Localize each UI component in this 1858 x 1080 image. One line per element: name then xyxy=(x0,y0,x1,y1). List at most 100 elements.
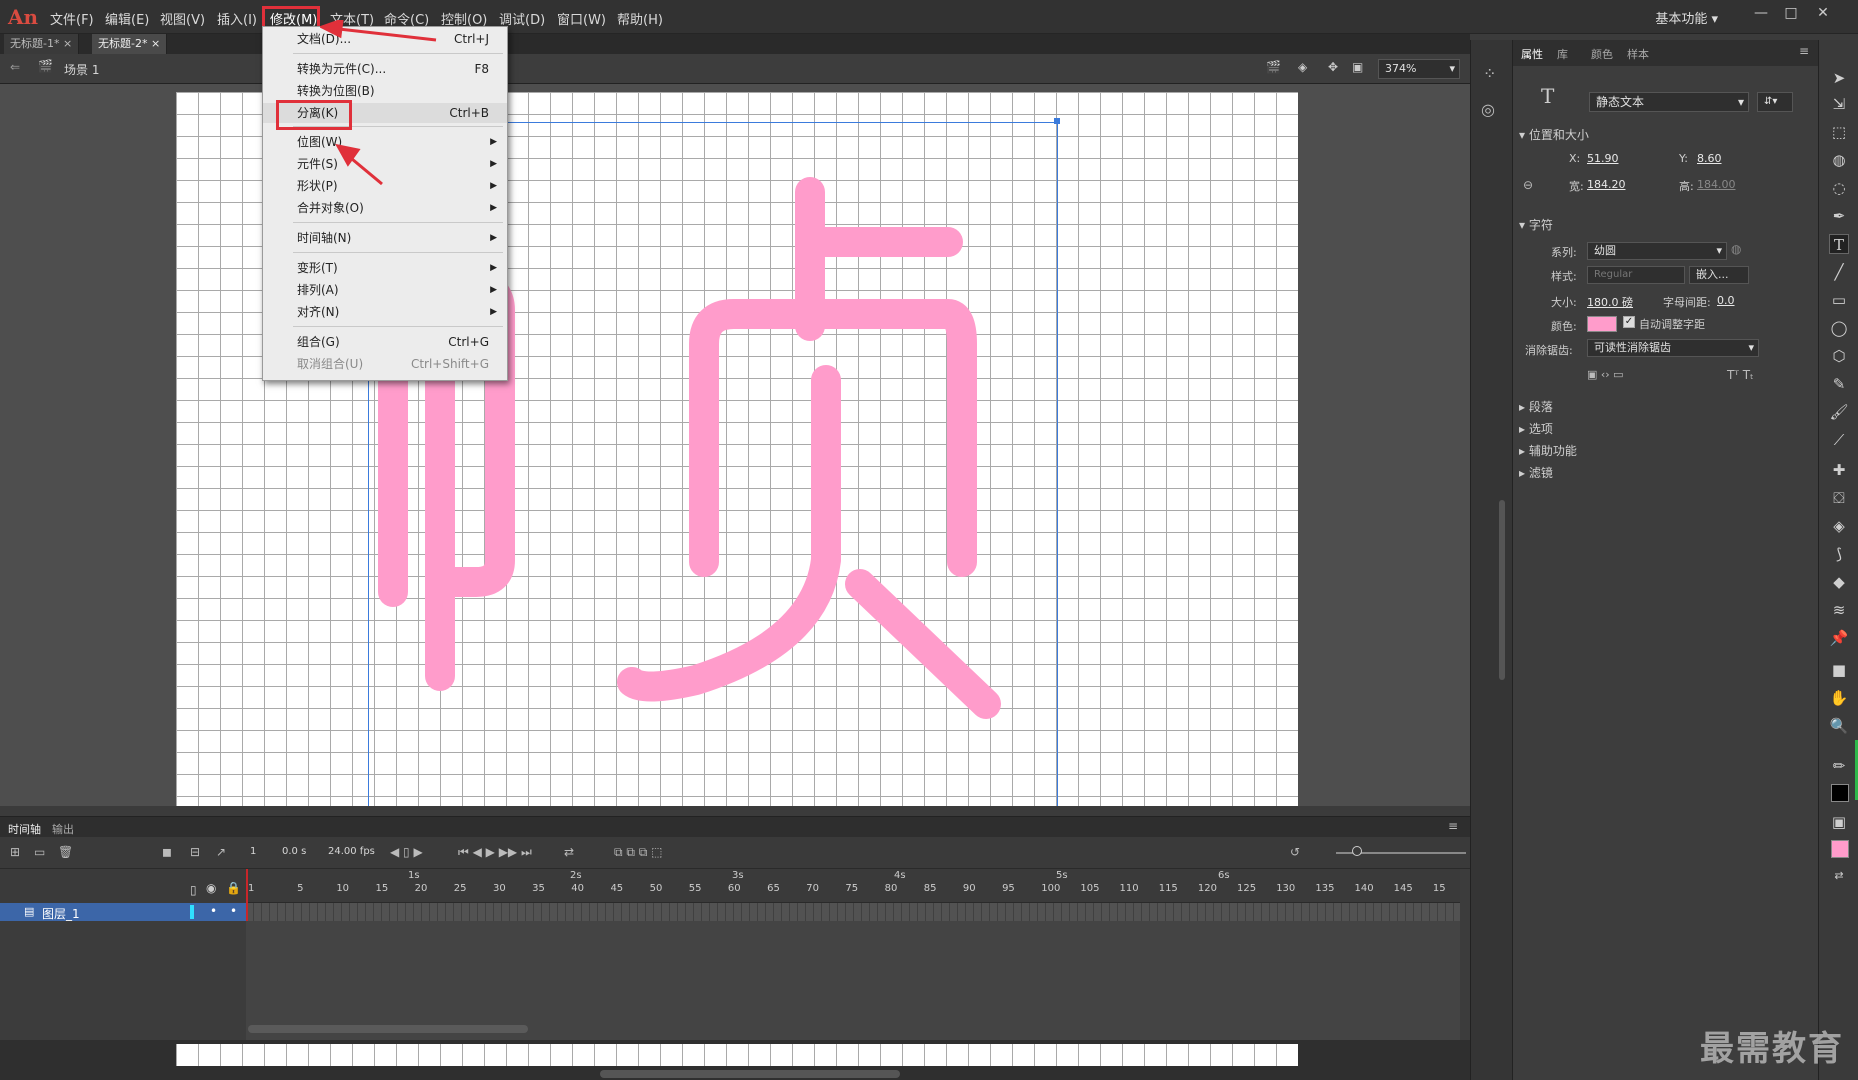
oval-tool-icon[interactable]: ◯ xyxy=(1829,318,1849,338)
clip-content-icon[interactable]: ▣ xyxy=(1352,60,1363,74)
layer-lock-dot[interactable]: • xyxy=(230,904,237,918)
polystar-tool-icon[interactable]: ⬡ xyxy=(1829,346,1849,366)
tab-doc-1[interactable]: 无标题-1* × xyxy=(4,34,80,54)
eyedropper-icon[interactable]: ⟆ xyxy=(1829,544,1849,564)
zoom-select[interactable]: 374% ▾ xyxy=(1378,59,1460,79)
stage-scrollbar[interactable] xyxy=(600,1070,900,1078)
x-value[interactable]: 51.90 xyxy=(1587,152,1619,165)
fill-color-swatch[interactable] xyxy=(1831,840,1849,858)
minimize-icon[interactable]: — xyxy=(1746,2,1776,24)
tab-swatches[interactable]: 样本 xyxy=(1627,46,1649,62)
tab-output[interactable]: 输出 xyxy=(52,821,74,837)
frame-rate[interactable]: 24.00 fps xyxy=(328,846,375,857)
tab-timeline[interactable]: 时间轴 xyxy=(8,821,41,837)
tab-color[interactable]: 颜色 xyxy=(1591,46,1613,62)
frame-strip[interactable] xyxy=(246,903,1460,921)
pencil-icon[interactable]: ✎ xyxy=(1829,374,1849,394)
loop-icon[interactable]: ⇄ xyxy=(564,845,574,859)
section-filters[interactable]: ▸ 滤镜 xyxy=(1519,464,1553,481)
orientation-select[interactable]: ⇵▾ xyxy=(1757,92,1793,112)
delete-layer-icon[interactable]: 🗑 xyxy=(58,845,73,859)
section-accessibility[interactable]: ▸ 辅助功能 xyxy=(1519,442,1577,459)
lock-icon[interactable]: 🔒 xyxy=(226,881,241,895)
superscript-icon[interactable]: Tᵀ Tₜ xyxy=(1727,368,1754,382)
section-paragraph[interactable]: ▸ 段落 xyxy=(1519,398,1553,415)
stroke-color-icon[interactable]: ✏ xyxy=(1829,756,1849,776)
onion-skin-icon[interactable]: ⧉ ⧉ ⧉ ⬚ xyxy=(614,845,663,860)
swap-colors-icon[interactable]: ⇄ xyxy=(1829,866,1849,886)
panel-menu-icon[interactable]: ≡ xyxy=(1799,44,1809,58)
outline-icon[interactable]: ▯ xyxy=(190,883,197,897)
paint-bucket-icon[interactable]: ⛋ xyxy=(1829,488,1849,508)
brush-icon[interactable]: ⟋ xyxy=(1829,430,1849,450)
menu-item-arrange[interactable]: 排列(A) ▶ xyxy=(263,280,507,300)
height-value[interactable]: 184.00 xyxy=(1697,178,1736,191)
text-tool-icon[interactable]: T xyxy=(1829,234,1849,254)
cc-libraries-icon[interactable]: ◎ xyxy=(1481,100,1495,119)
text-type-select[interactable]: 静态文本 ▾ xyxy=(1589,92,1749,112)
menu-edit[interactable]: 编辑(E) xyxy=(105,9,149,28)
tab-properties[interactable]: 属性 xyxy=(1521,46,1543,62)
subselection-tool-icon[interactable]: ⇲ xyxy=(1829,94,1849,114)
current-frame[interactable]: 1 xyxy=(250,846,256,857)
hand-tool-icon[interactable]: ✋ xyxy=(1829,688,1849,708)
current-time[interactable]: 0.0 s xyxy=(282,846,306,857)
playhead-prev-icon[interactable]: ◀ ▯ ▶ xyxy=(390,845,423,859)
edit-symbol-icon[interactable]: ◈ xyxy=(1298,60,1307,74)
close-icon[interactable]: ✕ xyxy=(1808,2,1838,24)
y-value[interactable]: 8.60 xyxy=(1697,152,1722,165)
width-value[interactable]: 184.20 xyxy=(1587,178,1626,191)
tab-doc-2[interactable]: 无标题-2* × xyxy=(92,34,168,54)
layer-name[interactable]: 图层_1 xyxy=(42,905,80,922)
line-tool-icon[interactable]: ╱ xyxy=(1829,262,1849,282)
stroke-color-swatch[interactable] xyxy=(1831,784,1849,802)
section-options[interactable]: ▸ 选项 xyxy=(1519,420,1553,437)
menu-item-align[interactable]: 对齐(N) ▶ xyxy=(263,302,507,322)
menu-item-transform[interactable]: 变形(T) ▶ xyxy=(263,258,507,278)
autokern-checkbox[interactable]: ✓ xyxy=(1623,316,1635,328)
menu-insert[interactable]: 插入(I) xyxy=(217,9,257,28)
center-stage-icon[interactable]: ✥ xyxy=(1328,60,1338,74)
workspace-switcher[interactable]: 基本功能 ▾ xyxy=(1655,8,1718,27)
lasso-icon[interactable]: ◌ xyxy=(1829,178,1849,198)
embed-button[interactable]: 嵌入... xyxy=(1689,266,1749,284)
menu-window[interactable]: 窗口(W) xyxy=(557,9,606,28)
eraser-icon[interactable]: ◆ xyxy=(1829,572,1849,592)
section-character[interactable]: ▾ 字符 xyxy=(1519,216,1553,233)
tab-library[interactable]: 库 xyxy=(1557,46,1568,62)
menu-help[interactable]: 帮助(H) xyxy=(617,9,663,28)
timeline-scrollbar[interactable] xyxy=(248,1025,528,1033)
eye-icon[interactable]: ◉ xyxy=(206,881,216,895)
selection-tool-icon[interactable]: ➤ xyxy=(1829,68,1849,88)
pin-icon[interactable]: 📌 xyxy=(1829,628,1849,648)
new-layer-icon[interactable]: ⊞ xyxy=(10,845,20,859)
section-position-size[interactable]: ▾ 位置和大小 xyxy=(1519,126,1589,143)
font-family-select[interactable]: 幼圆 ▾ xyxy=(1587,242,1727,260)
antialias-select[interactable]: 可读性消除锯齿 ▾ xyxy=(1587,339,1759,357)
text-options-icon[interactable]: ▣ ‹› ▭ xyxy=(1587,368,1624,381)
menu-view[interactable]: 视图(V) xyxy=(160,9,205,28)
fill-color-icon[interactable]: ▣ xyxy=(1829,812,1849,832)
stage-vertical-scrollbar[interactable] xyxy=(1499,500,1505,680)
scene-label[interactable]: 场景 1 xyxy=(64,61,99,78)
spacing-value[interactable]: 0.0 xyxy=(1717,294,1735,307)
rectangle-tool-icon[interactable]: ▭ xyxy=(1829,290,1849,310)
link-icon[interactable]: ⊖ xyxy=(1523,178,1533,192)
menu-item-ungroup[interactable]: 取消组合(U) Ctrl+Shift+G xyxy=(263,354,507,374)
undo-icon[interactable]: ↺ xyxy=(1290,845,1300,859)
font-style-select[interactable]: Regular xyxy=(1587,266,1685,284)
menu-item-timeline[interactable]: 时间轴(N) ▶ xyxy=(263,228,507,248)
panel-menu-icon[interactable]: ≡ xyxy=(1448,819,1458,833)
layer-depth-icon[interactable]: ⊟ xyxy=(190,845,200,859)
ink-bottle-icon[interactable]: ◈ xyxy=(1829,516,1849,536)
menu-item-combine-objects[interactable]: 合并对象(O) ▶ xyxy=(263,198,507,218)
new-folder-icon[interactable]: ▭ xyxy=(34,845,45,859)
maximize-icon[interactable]: □ xyxy=(1776,2,1806,24)
menu-item-group[interactable]: 组合(G) Ctrl+G xyxy=(263,332,507,352)
camera-icon[interactable]: ◼ xyxy=(162,845,172,859)
pen-icon[interactable]: ✒ xyxy=(1829,206,1849,226)
paint-brush-icon[interactable]: 🖌 xyxy=(1829,402,1849,422)
camera-tool-icon[interactable]: ■ xyxy=(1829,660,1849,680)
width-tool-icon[interactable]: ≋ xyxy=(1829,600,1849,620)
layer-row[interactable]: ▤ 图层_1 • • xyxy=(0,903,246,921)
